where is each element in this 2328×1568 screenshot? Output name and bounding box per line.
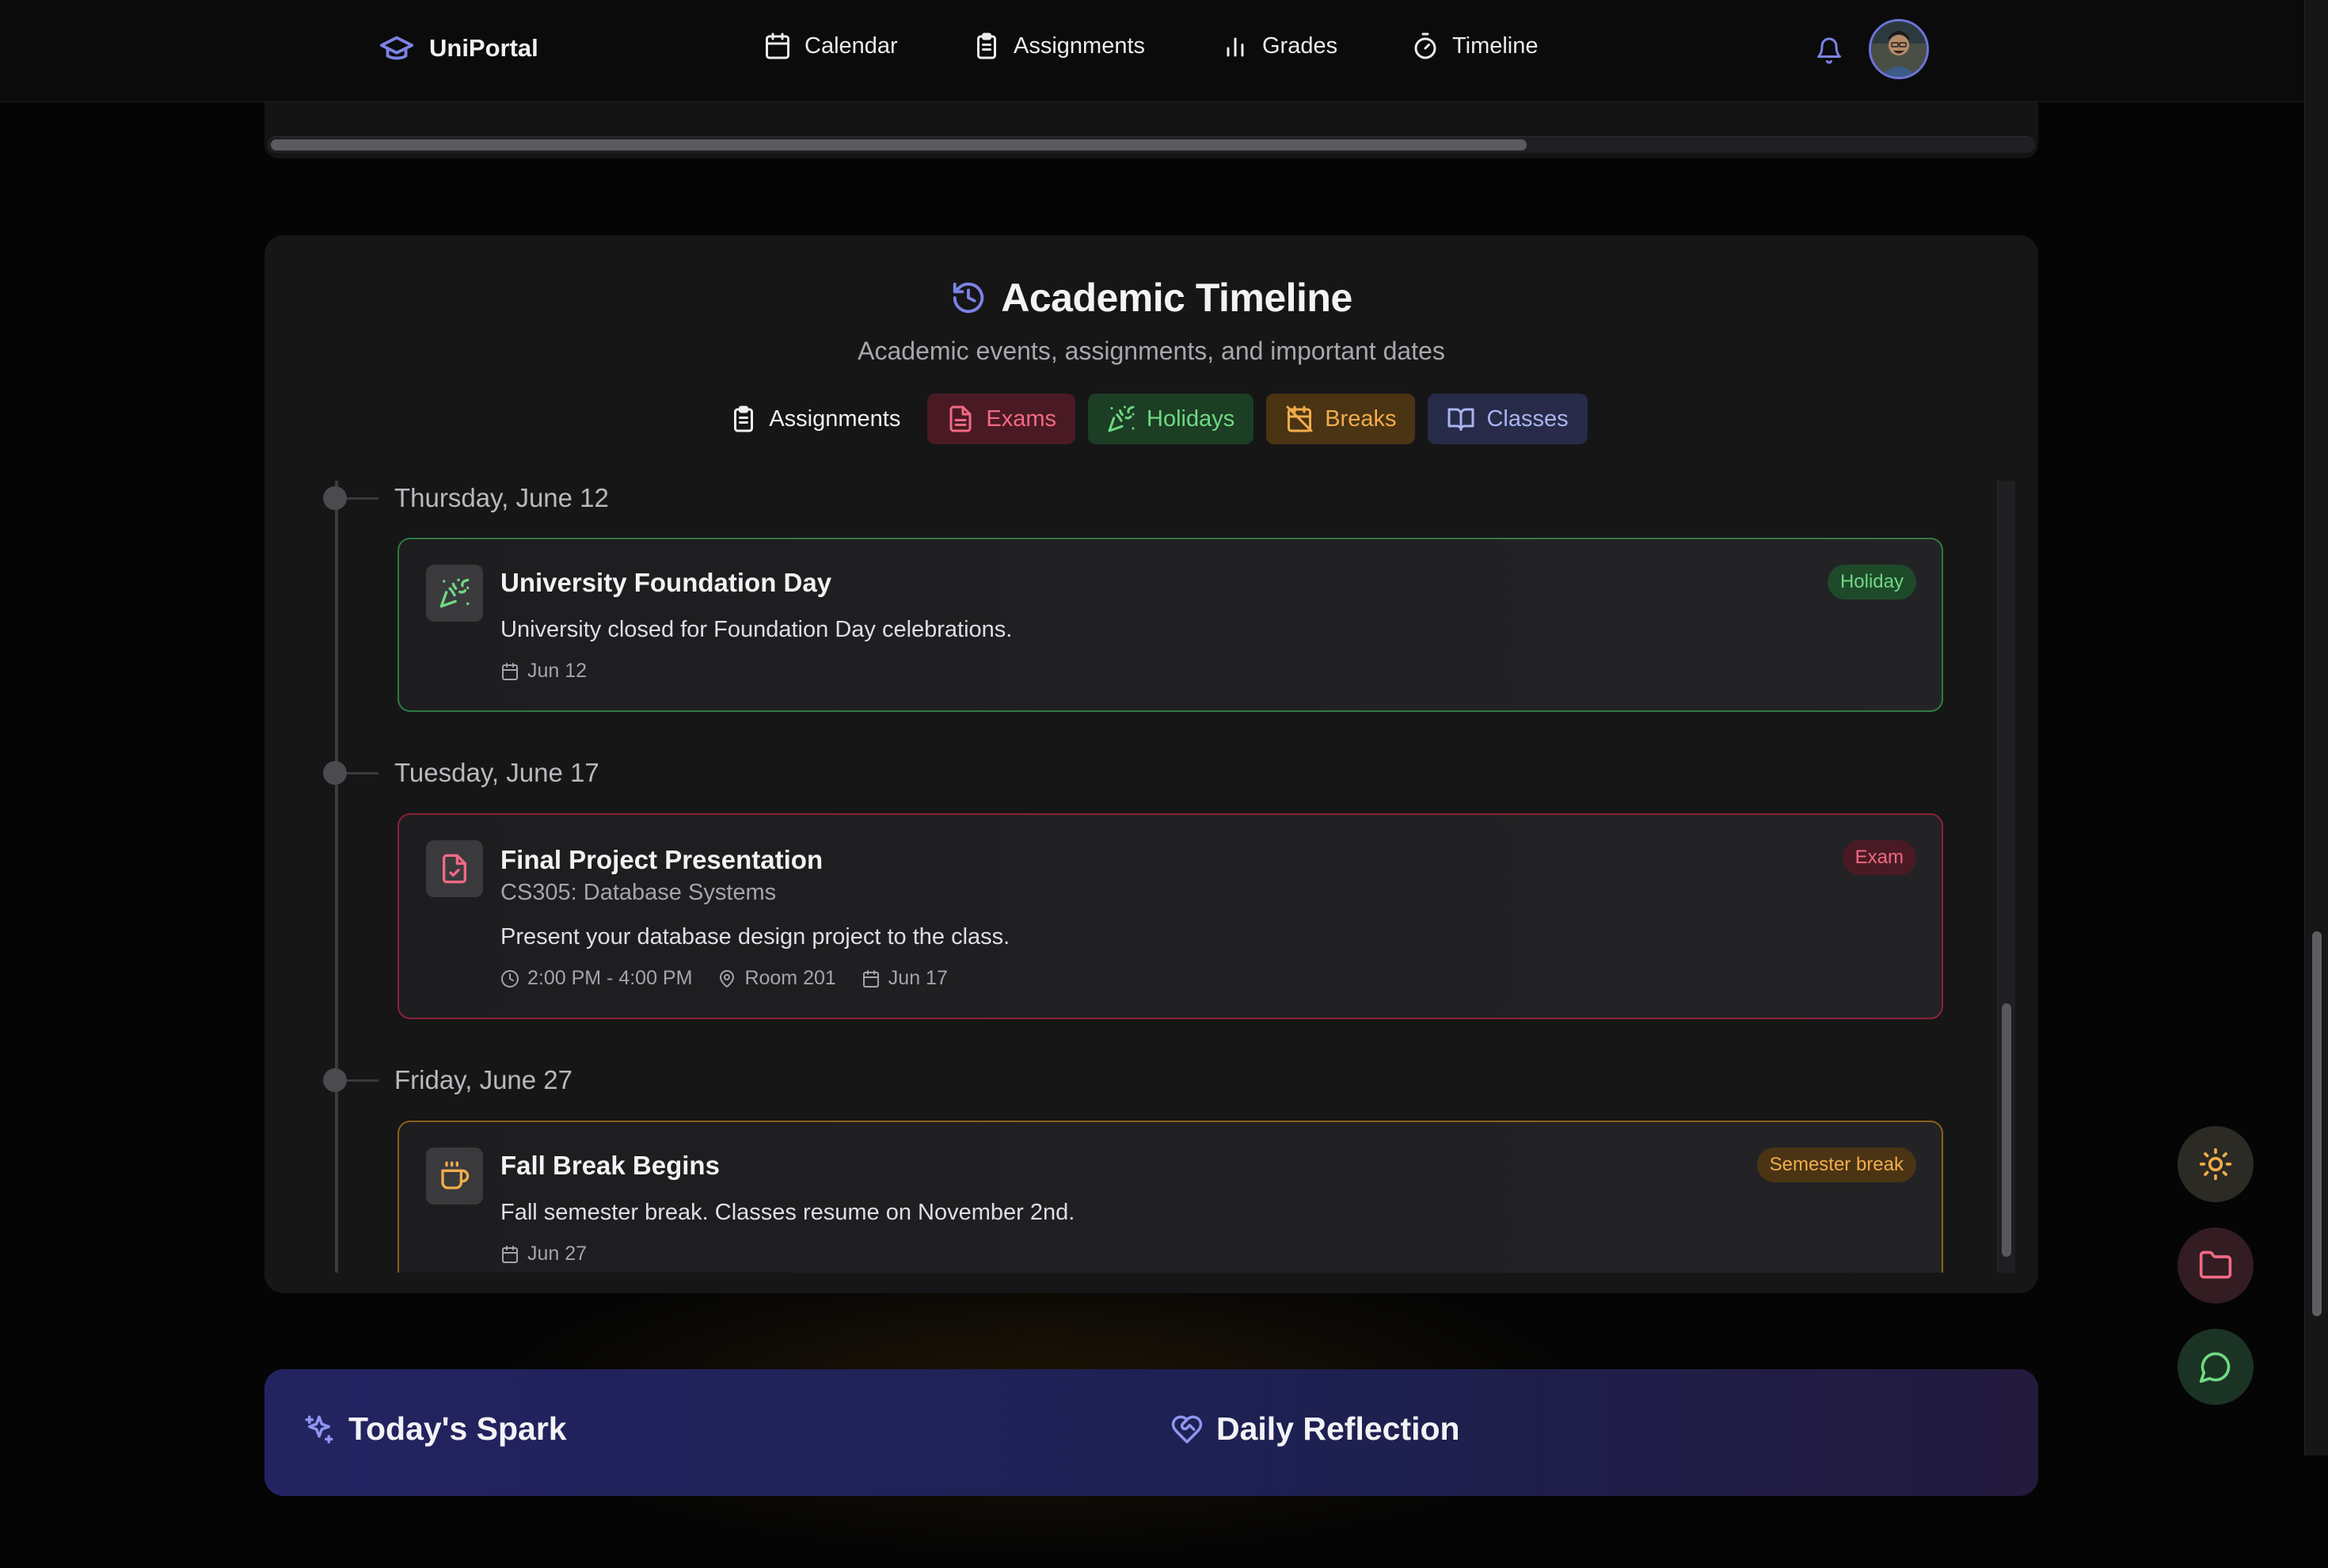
filter-exams[interactable]: Exams xyxy=(927,394,1075,444)
calendar-off-icon xyxy=(1285,405,1314,433)
timeline-scrollbar[interactable] xyxy=(1997,481,2015,1273)
book-open-icon xyxy=(1447,405,1475,433)
timeline-scrollbar-thumb[interactable] xyxy=(2002,1003,2011,1257)
date-header: Thursday, June 12 xyxy=(323,483,609,513)
filter-assignments-label: Assignments xyxy=(769,405,901,432)
nav-timeline-label: Timeline xyxy=(1452,32,1539,59)
date-label: Friday, June 27 xyxy=(394,1065,573,1094)
event-date: Jun 27 xyxy=(527,1243,588,1265)
file-check-icon xyxy=(426,840,483,897)
timeline-list[interactable]: Thursday, June 12 University Foundation … xyxy=(264,481,2038,1273)
heart-handshake-icon xyxy=(1170,1413,1204,1446)
top-navigation-bar: UniPortal Calendar Assignments Grades Ti… xyxy=(0,0,2304,102)
todays-spark-heading: Today's Spark xyxy=(302,1410,567,1448)
folder-icon xyxy=(2198,1248,2233,1283)
status-badge: Holiday xyxy=(1827,565,1916,599)
history-icon xyxy=(950,280,987,316)
date-header: Tuesday, June 17 xyxy=(323,758,599,788)
event-location: Room 201 xyxy=(744,967,836,989)
sun-icon xyxy=(2198,1147,2233,1182)
todays-spark-title: Today's Spark xyxy=(348,1410,567,1447)
filter-holidays-label: Holidays xyxy=(1147,405,1235,432)
clipboard-icon xyxy=(972,32,1001,60)
date-header: Friday, June 27 xyxy=(323,1065,572,1095)
clipboard-icon xyxy=(729,405,758,433)
party-popper-icon xyxy=(1107,405,1135,433)
theme-toggle-button[interactable] xyxy=(2178,1126,2254,1202)
filter-classes[interactable]: Classes xyxy=(1428,394,1588,444)
calendar-icon xyxy=(862,969,881,988)
timeline-heading: Academic Timeline xyxy=(264,275,2038,321)
timeline-dot xyxy=(323,486,347,510)
timeline-filters: Assignments Exams Holidays Breaks Classe… xyxy=(264,394,2038,444)
filter-holidays[interactable]: Holidays xyxy=(1088,394,1254,444)
timeline-line xyxy=(335,481,338,1273)
event-description: Present your database design project to … xyxy=(500,924,1010,950)
timeline-subtitle: Academic events, assignments, and import… xyxy=(858,337,1445,365)
message-circle-icon xyxy=(2198,1349,2233,1384)
timeline-title: Academic Timeline xyxy=(1001,276,1352,320)
nav-calendar[interactable]: Calendar xyxy=(763,32,898,60)
horizontal-scrollbar-thumb[interactable] xyxy=(271,139,1527,150)
event-date: Jun 12 xyxy=(527,660,588,682)
date-label: Tuesday, June 17 xyxy=(394,758,599,787)
event-card-break[interactable]: Fall Break Begins Fall semester break. C… xyxy=(398,1121,1943,1273)
event-card-holiday[interactable]: University Foundation Day University clo… xyxy=(398,538,1943,712)
notifications-bell-icon[interactable] xyxy=(1815,36,1843,65)
timeline-dot xyxy=(323,761,347,785)
calendar-icon xyxy=(500,1245,519,1264)
academic-timeline-section: Academic Timeline Academic events, assig… xyxy=(264,235,2038,1293)
nav-timeline[interactable]: Timeline xyxy=(1411,32,1539,60)
nav-assignments-label: Assignments xyxy=(1014,32,1146,59)
graduation-cap-icon xyxy=(378,30,415,67)
event-time: 2:00 PM - 4:00 PM xyxy=(527,967,693,989)
event-course: CS305: Database Systems xyxy=(500,880,777,905)
bar-chart-icon xyxy=(1221,32,1250,60)
filter-exams-label: Exams xyxy=(986,405,1056,432)
page-scrollbar[interactable] xyxy=(2304,0,2328,1456)
clock-icon xyxy=(500,969,519,988)
party-popper-icon xyxy=(426,565,483,622)
event-date: Jun 17 xyxy=(888,967,948,989)
nav-grades[interactable]: Grades xyxy=(1221,32,1337,60)
nav-grades-label: Grades xyxy=(1262,32,1338,59)
filter-classes-label: Classes xyxy=(1486,405,1569,432)
calendar-icon xyxy=(763,32,792,60)
map-pin-icon xyxy=(717,969,736,988)
brand-logo[interactable]: UniPortal xyxy=(378,30,538,67)
brand-name: UniPortal xyxy=(429,34,538,62)
timeline-dot xyxy=(323,1068,347,1092)
status-badge: Exam xyxy=(1842,840,1916,875)
file-text-icon xyxy=(946,405,975,433)
daily-reflection-heading: Daily Reflection xyxy=(1170,1410,1460,1448)
sparkles-icon xyxy=(302,1413,336,1446)
nav-assignments[interactable]: Assignments xyxy=(972,32,1145,60)
nav-calendar-label: Calendar xyxy=(805,32,898,59)
event-title: Final Project Presentation xyxy=(500,845,824,874)
event-meta: Jun 27 xyxy=(500,1243,587,1265)
status-badge: Semester break xyxy=(1756,1147,1916,1182)
calendar-icon xyxy=(500,662,519,681)
date-label: Thursday, June 12 xyxy=(394,483,609,512)
timer-icon xyxy=(1411,32,1440,60)
files-button[interactable] xyxy=(2178,1227,2254,1303)
filter-assignments[interactable]: Assignments xyxy=(715,394,915,444)
event-meta: 2:00 PM - 4:00 PM Room 201 Jun 17 xyxy=(500,967,948,990)
daily-reflection-title: Daily Reflection xyxy=(1216,1410,1460,1447)
page-scrollbar-thumb[interactable] xyxy=(2312,931,2322,1316)
event-description: University closed for Foundation Day cel… xyxy=(500,617,1013,642)
chat-button[interactable] xyxy=(2178,1329,2254,1405)
event-description: Fall semester break. Classes resume on N… xyxy=(500,1200,1075,1225)
filter-breaks-label: Breaks xyxy=(1325,405,1397,432)
user-avatar[interactable] xyxy=(1869,19,1929,79)
event-title: University Foundation Day xyxy=(500,568,832,597)
event-meta: Jun 12 xyxy=(500,660,587,683)
event-card-exam[interactable]: Final Project Presentation CS305: Databa… xyxy=(398,813,1943,1019)
horizontal-scrollbar[interactable] xyxy=(268,136,2035,153)
filter-breaks[interactable]: Breaks xyxy=(1266,394,1416,444)
event-title: Fall Break Begins xyxy=(500,1151,720,1180)
coffee-icon xyxy=(426,1147,483,1205)
daily-widgets-section: Today's Spark Daily Reflection xyxy=(264,1369,2038,1496)
